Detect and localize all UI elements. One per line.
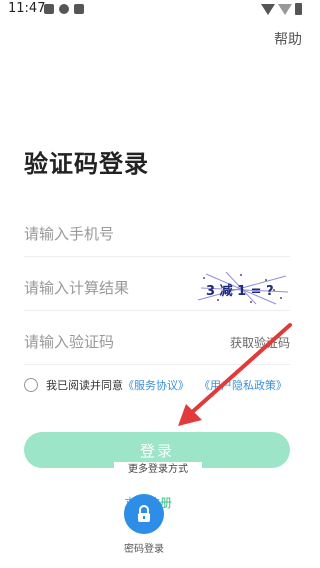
phone-input[interactable] xyxy=(24,212,184,256)
status-time: 11:47 xyxy=(8,1,46,16)
system-icons xyxy=(261,3,302,15)
app-icon xyxy=(74,4,84,14)
password-login-label: 密码登录 xyxy=(124,544,164,555)
agreement-prefix: 我已阅读并同意 xyxy=(46,379,123,392)
captcha-text: 3 减 1 = ? xyxy=(206,283,274,299)
get-code-button[interactable]: 获取验证码 xyxy=(230,334,290,351)
code-field: 获取验证码 xyxy=(24,320,290,365)
code-input[interactable] xyxy=(24,320,184,364)
status-bar: 11:47 xyxy=(0,0,310,20)
battery-icon xyxy=(295,3,302,15)
signal-icon xyxy=(278,3,292,15)
password-login-button[interactable] xyxy=(124,494,164,534)
privacy-policy-link[interactable]: 《用户隐私政策》 xyxy=(199,377,287,393)
image-icon xyxy=(44,4,54,14)
notification-icons xyxy=(44,4,84,14)
agreement-row: 我已阅读并同意 《服务协议》 《用户隐私政策》 xyxy=(24,377,287,393)
wifi-icon xyxy=(261,3,275,15)
agree-checkbox[interactable] xyxy=(24,378,38,392)
page-title: 验证码登录 xyxy=(24,150,149,178)
calc-result-input[interactable] xyxy=(24,266,184,310)
lock-icon xyxy=(138,505,150,522)
calc-field: 3 减 1 = ? xyxy=(24,266,290,311)
more-login-methods: 更多登录方式 xyxy=(114,462,202,478)
phone-field xyxy=(24,212,290,257)
captcha-image[interactable]: 3 减 1 = ? xyxy=(196,270,290,306)
alert-icon xyxy=(59,4,69,14)
help-link[interactable]: 帮助 xyxy=(274,29,302,49)
service-agreement-link[interactable]: 《服务协议》 xyxy=(123,377,189,393)
